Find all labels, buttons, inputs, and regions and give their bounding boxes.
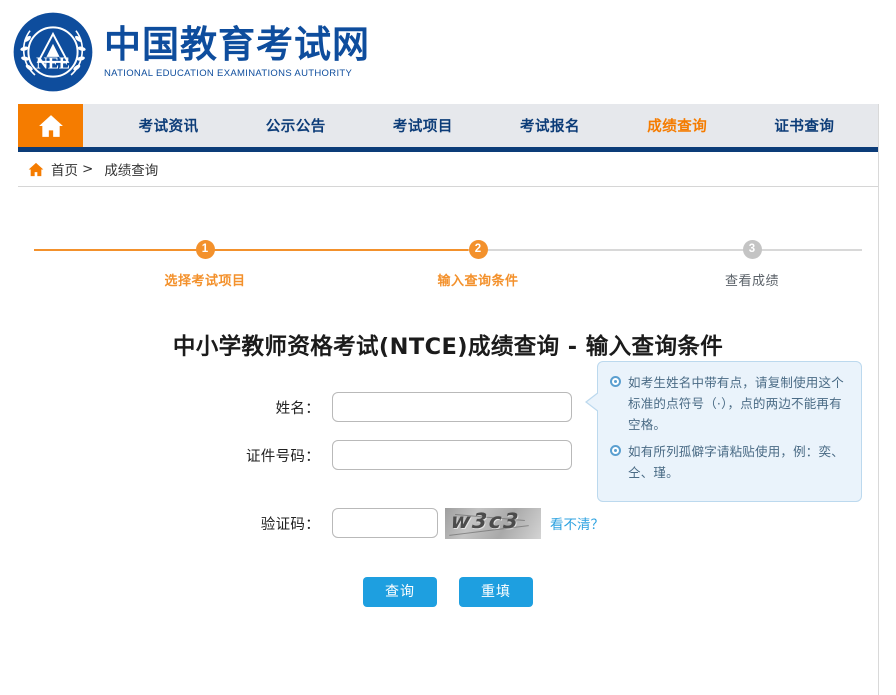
query-form: 如考生姓名中带有点，请复制使用这个标准的点符号（·），点的两边不能再有空格。 如… [0,361,896,607]
captcha-refresh-link[interactable]: 看不清？ [550,513,604,533]
breadcrumb-separator: > [82,161,94,177]
nav-item-list: 考试资讯 公示公告 考试项目 考试报名 成绩查询 证书查询 [83,104,878,147]
bullet-radio-icon [610,445,621,456]
home-icon [28,162,44,176]
nav-item-kaoshibaoming[interactable]: 考试报名 [520,115,580,136]
nea-logo-icon: NEE [13,12,93,92]
hint-text-2: 如有所列孤僻字请粘贴使用，例：奕、仝、瑾。 [628,444,844,480]
main-navigation: 考试资讯 公示公告 考试项目 考试报名 成绩查询 证书查询 [18,104,878,152]
hint-item: 如考生姓名中带有点，请复制使用这个标准的点符号（·），点的两边不能再有空格。 [610,372,849,435]
logo-english-name: NATIONAL EDUCATION EXAMINATIONS AUTHORIT… [104,67,353,79]
breadcrumb: 首页 > 成绩查询 [18,152,878,187]
form-actions: 查询 重填 [0,577,896,607]
step-3-number: 3 [742,240,762,259]
hint-item: 如有所列孤僻字请粘贴使用，例：奕、仝、瑾。 [610,441,849,483]
page-right-border [878,104,879,695]
page-title: 中小学教师资格考试(NTCE)成绩查询 - 输入查询条件 [172,334,724,360]
logo-chinese-name: 中国教育考试网 [104,23,370,67]
step-3-label: 查看成绩 [724,274,779,289]
submit-button[interactable]: 查询 [363,577,437,607]
step-1: 1 选择考试项目 [125,231,285,289]
captcha-image[interactable]: w3c3 [445,507,541,539]
nav-item-gongshigonggao[interactable]: 公示公告 [266,115,326,136]
hint-text-1: 如考生姓名中带有点，请复制使用这个标准的点符号（·），点的两边不能再有空格。 [628,375,844,432]
captcha-input[interactable] [332,508,438,538]
name-field-label: 姓名： [275,400,320,417]
breadcrumb-home-link[interactable]: 首页 [51,159,78,179]
nav-item-kaoshixiangmu[interactable]: 考试项目 [393,115,453,136]
step-1-number: 1 [195,240,215,259]
step-3: 3 查看成绩 [672,231,832,289]
nav-item-chengjichaxun[interactable]: 成绩查询 [647,115,707,136]
home-icon [38,114,63,137]
name-input[interactable] [332,392,572,422]
id-number-field-label: 证件号码： [246,448,320,465]
step-2: 2 输入查询条件 [398,231,558,289]
step-indicator: 1 选择考试项目 2 输入查询条件 3 查看成绩 [34,231,862,293]
reset-button[interactable]: 重填 [459,577,533,607]
captcha-code-text: w3c3 [449,508,522,533]
logo-wordmark: 中国教育考试网 NATIONAL EDUCATION EXAMINATIONS … [104,25,370,78]
step-2-label: 输入查询条件 [437,274,519,289]
nav-item-kaoshizixun[interactable]: 考试资讯 [139,115,199,136]
breadcrumb-current: 成绩查询 [104,163,159,179]
page-root: NEE 中国教育考试网 NATIONAL EDUCATION EXAMINATI… [0,0,896,695]
logo-initials-text: NEE [36,53,70,72]
nav-item-zhengshuchaxun[interactable]: 证书查询 [774,115,834,136]
name-input-hint-box: 如考生姓名中带有点，请复制使用这个标准的点符号（·），点的两边不能再有空格。 如… [585,361,862,502]
site-header: NEE 中国教育考试网 NATIONAL EDUCATION EXAMINATI… [0,0,896,104]
form-row-captcha: 验证码： w3c3 看不清？ [0,499,896,547]
step-1-label: 选择考试项目 [164,274,246,289]
bullet-radio-icon [610,376,621,387]
nav-home-button[interactable] [18,104,83,147]
id-number-input[interactable] [332,440,572,470]
captcha-field-label: 验证码： [260,516,320,533]
step-2-number: 2 [468,240,488,259]
